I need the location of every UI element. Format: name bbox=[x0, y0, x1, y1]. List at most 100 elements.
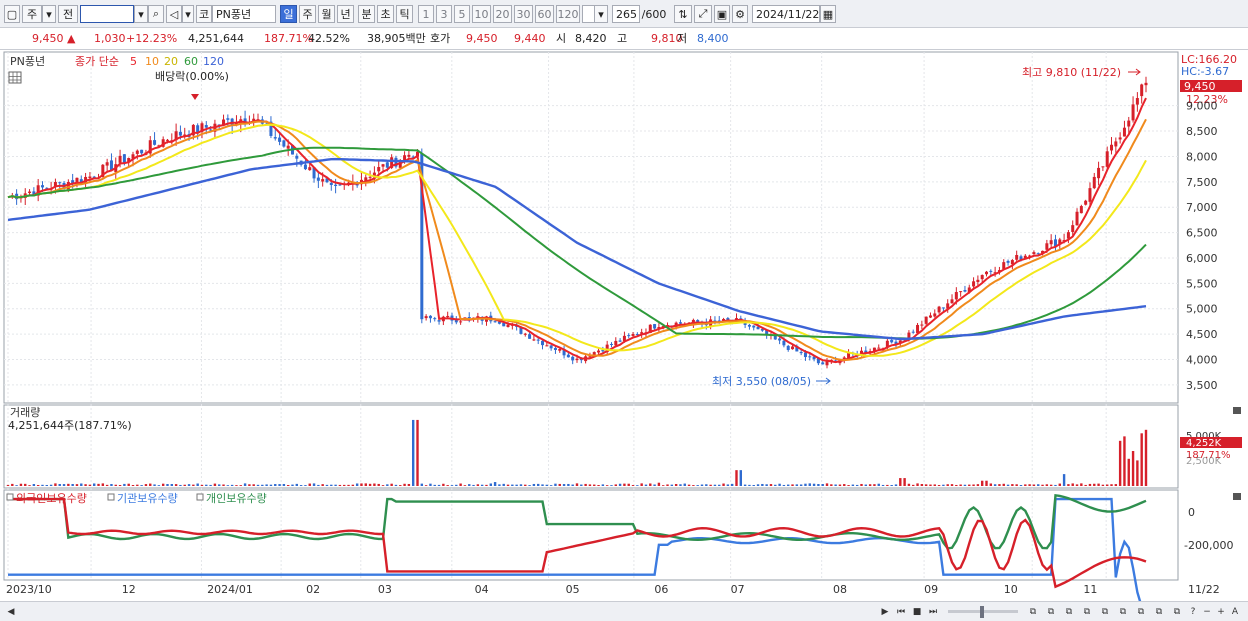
layout-icon[interactable]: ⧉ bbox=[1170, 605, 1184, 619]
candle-body bbox=[308, 167, 312, 171]
volume-bar bbox=[75, 484, 79, 486]
ma20-label: 20 bbox=[164, 55, 178, 68]
scroll-right-icon[interactable]: ▶ bbox=[878, 605, 892, 619]
candle-body bbox=[1045, 243, 1049, 250]
stop-icon[interactable]: ■ bbox=[910, 605, 924, 619]
interval-5[interactable]: 5 bbox=[454, 5, 470, 23]
period-year[interactable]: 년 bbox=[337, 5, 354, 23]
layout-icon[interactable]: ⧉ bbox=[1080, 605, 1094, 619]
candle-body bbox=[536, 339, 540, 341]
count-input[interactable]: 265 bbox=[612, 5, 640, 23]
volume-bar bbox=[631, 485, 635, 486]
interval-3[interactable]: 3 bbox=[436, 5, 452, 23]
volume-bar bbox=[49, 484, 53, 486]
chart-scrollbar[interactable]: ◀ ▶ ⏮ ■ ⏭ ⧉ ⧉ ⧉ ⧉ ⧉ ⧉ ⧉ ⧉ ⧉ ? − + A bbox=[0, 601, 1248, 621]
price-change: 1,030 bbox=[94, 32, 126, 45]
candle-body bbox=[877, 347, 881, 349]
volume-bar bbox=[795, 484, 799, 486]
volume-bar bbox=[248, 484, 251, 486]
window-icon[interactable]: ▢ bbox=[4, 5, 20, 23]
candle-body bbox=[937, 306, 941, 313]
period-day[interactable]: 일 bbox=[280, 5, 297, 23]
volume-bar bbox=[903, 478, 906, 486]
volume-bar bbox=[959, 484, 962, 486]
layout-icon[interactable]: ⧉ bbox=[1026, 605, 1040, 619]
layout-icon[interactable]: ⧉ bbox=[1152, 605, 1166, 619]
chevron-down-icon[interactable]: ▾ bbox=[42, 5, 56, 23]
zoom-slider-handle[interactable] bbox=[980, 606, 984, 618]
tools-icon[interactable]: ⤢ bbox=[694, 5, 712, 23]
interval-120[interactable]: 120 bbox=[556, 5, 580, 23]
interval-1[interactable]: 1 bbox=[418, 5, 434, 23]
interval-20[interactable]: 20 bbox=[493, 5, 512, 23]
candle-body bbox=[153, 140, 157, 145]
gear-icon[interactable]: ⚙ bbox=[732, 5, 748, 23]
volume-bar bbox=[1037, 484, 1040, 486]
volume-bar bbox=[662, 485, 665, 486]
last-page-icon[interactable]: ⏭ bbox=[926, 605, 940, 619]
indicator-icon[interactable]: ⇅ bbox=[674, 5, 692, 23]
candle-body bbox=[950, 299, 954, 304]
volume-bar bbox=[157, 485, 161, 486]
volume-bar bbox=[235, 485, 238, 486]
layout-icon[interactable]: ⧉ bbox=[1098, 605, 1112, 619]
layout-icon[interactable]: ⧉ bbox=[1044, 605, 1058, 619]
code-dropdown-icon[interactable]: ▾ bbox=[134, 5, 148, 23]
price-axis-tick: 4,000 bbox=[1186, 353, 1218, 366]
help-icon[interactable]: ? bbox=[1186, 605, 1200, 619]
period-minute[interactable]: 분 bbox=[358, 5, 375, 23]
candle-body bbox=[920, 324, 924, 326]
chart-area[interactable]: PN풍년 종가 단순 5 10 20 60 120 배당락(0.00%) 최고 … bbox=[0, 50, 1248, 609]
stock-name-field[interactable]: PN풍년 bbox=[212, 5, 276, 23]
stock-code-input[interactable]: 024940 bbox=[80, 5, 134, 23]
candle-body bbox=[204, 125, 208, 128]
volume-bar bbox=[549, 485, 553, 486]
layout-icon[interactable]: ⧉ bbox=[1062, 605, 1076, 619]
first-page-icon[interactable]: ⏮ bbox=[894, 605, 908, 619]
period-tick[interactable]: 틱 bbox=[396, 5, 413, 23]
scroll-left-icon[interactable]: ◀ bbox=[4, 605, 18, 619]
calendar-icon[interactable]: ▦ bbox=[820, 5, 836, 23]
volume-bar bbox=[192, 484, 195, 486]
candle-body bbox=[614, 340, 618, 346]
volume-bar bbox=[541, 484, 544, 486]
mode-select-2[interactable]: 전 bbox=[58, 5, 78, 23]
candle-body bbox=[459, 321, 463, 323]
auto-scale-icon[interactable]: A bbox=[1228, 605, 1242, 619]
chevron-down-icon[interactable]: ▾ bbox=[594, 5, 608, 23]
volume-bar bbox=[864, 484, 868, 486]
x-axis-label: 08 bbox=[833, 583, 847, 596]
interval-30[interactable]: 30 bbox=[514, 5, 533, 23]
table-icon[interactable] bbox=[8, 71, 22, 84]
speaker-icon[interactable]: ◁ bbox=[166, 5, 182, 23]
period-month[interactable]: 월 bbox=[318, 5, 335, 23]
period-second[interactable]: 초 bbox=[377, 5, 394, 23]
volume-bar bbox=[1084, 484, 1087, 486]
volume-tick-2500k: 2,500K bbox=[1186, 456, 1222, 467]
chart-toolbar: ▢ 주 ▾ 전 024940 ▾ ⌕ ◁ ▾ 코 PN풍년 일 주 월 년 분 … bbox=[0, 0, 1248, 28]
volume-bar bbox=[670, 484, 674, 486]
zoom-in-icon[interactable]: + bbox=[1214, 605, 1228, 619]
volume-bar bbox=[62, 484, 66, 486]
layout-icon[interactable]: ⧉ bbox=[1134, 605, 1148, 619]
chevron-down-icon[interactable]: ▾ bbox=[182, 5, 194, 23]
date-input[interactable]: 2024/11/22 bbox=[752, 5, 820, 23]
mode-select-1[interactable]: 주 bbox=[22, 5, 42, 23]
save-icon[interactable]: ▣ bbox=[714, 5, 730, 23]
stock-chart[interactable]: PN풍년 종가 단순 5 10 20 60 120 배당락(0.00%) 최고 … bbox=[0, 50, 1248, 609]
layout-icon[interactable]: ⧉ bbox=[1116, 605, 1130, 619]
period-week[interactable]: 주 bbox=[299, 5, 316, 23]
candle-body bbox=[549, 345, 553, 349]
volume-panel-close-icon[interactable] bbox=[1233, 407, 1241, 414]
volume-bar bbox=[980, 480, 984, 486]
holdings-panel-close-icon[interactable] bbox=[1233, 493, 1241, 500]
interval-60[interactable]: 60 bbox=[535, 5, 554, 23]
search-icon[interactable]: ⌕ bbox=[148, 5, 164, 23]
volume-bar bbox=[847, 485, 850, 486]
zoom-out-icon[interactable]: − bbox=[1200, 605, 1214, 619]
volume-bar bbox=[1019, 484, 1023, 486]
volume-bar bbox=[735, 470, 738, 486]
candle-body bbox=[597, 350, 601, 353]
interval-10[interactable]: 10 bbox=[472, 5, 491, 23]
volume-bar bbox=[1118, 440, 1122, 486]
